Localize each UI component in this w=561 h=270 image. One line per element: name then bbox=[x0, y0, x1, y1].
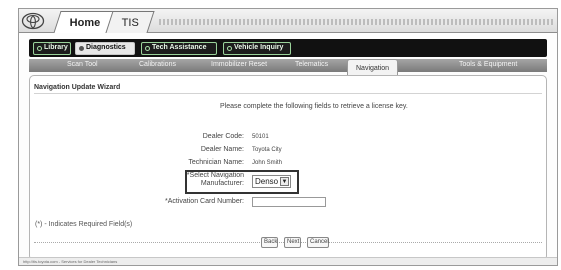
nav-tech-assistance[interactable]: Tech Assistance bbox=[141, 42, 217, 55]
nav-dot-icon bbox=[37, 46, 42, 51]
nav-diagnostics-label: Diagnostics bbox=[86, 44, 126, 51]
cancel-button[interactable]: Cancel bbox=[307, 237, 329, 248]
nav-library[interactable]: Library bbox=[33, 42, 71, 55]
activation-card-label: *Activation Card Number: bbox=[165, 198, 244, 205]
nav-library-label: Library bbox=[44, 44, 68, 51]
activation-card-input[interactable] bbox=[252, 197, 326, 207]
nav-vehicle-inquiry[interactable]: Vehicle Inquiry bbox=[223, 42, 291, 55]
tab-tis-label: TIS bbox=[121, 17, 139, 29]
nav-diagnostics[interactable]: Diagnostics bbox=[75, 42, 135, 55]
wizard-title: Navigation Update Wizard bbox=[34, 84, 121, 91]
back-button[interactable]: Back bbox=[261, 237, 278, 248]
top-tab-bar: Home TIS bbox=[19, 9, 557, 33]
nav-vehicle-inquiry-label: Vehicle Inquiry bbox=[234, 44, 284, 51]
subnav-calibrations[interactable]: Calibrations bbox=[139, 61, 176, 68]
chevron-down-icon[interactable]: ▼ bbox=[280, 177, 289, 186]
tab-tis[interactable]: TIS bbox=[105, 11, 155, 33]
next-button[interactable]: Next bbox=[284, 237, 301, 248]
manufacturer-select[interactable]: Denso ▼ bbox=[252, 175, 291, 188]
nav-dot-icon bbox=[227, 46, 232, 51]
technician-name-label: Technician Name: bbox=[188, 159, 244, 166]
navigation-update-wizard: Navigation Update Wizard Please complete… bbox=[29, 75, 547, 261]
toyota-logo-icon bbox=[21, 12, 45, 30]
dealer-code-value: 50101 bbox=[252, 134, 269, 140]
status-bar: http://tis.toyota.com - Services for Dea… bbox=[19, 257, 557, 265]
dealer-name-value: Toyota City bbox=[252, 147, 282, 153]
application-window: Home TIS Library Diagnostics Tech Assist… bbox=[18, 8, 558, 266]
manufacturer-select-value: Denso bbox=[255, 177, 279, 186]
subnav-scan-tool[interactable]: Scan Tool bbox=[67, 61, 98, 68]
manufacturer-label-line1: *Select Navigation bbox=[186, 172, 244, 179]
nav-dot-icon bbox=[145, 46, 150, 51]
manufacturer-label-line2: Manufacturer: bbox=[200, 180, 244, 187]
subnav-telematics[interactable]: Telematics bbox=[295, 61, 328, 68]
decorative-stripe bbox=[159, 19, 553, 25]
dealer-code-label: Dealer Code: bbox=[202, 133, 244, 140]
subnav-navigation[interactable]: Navigation bbox=[347, 59, 399, 75]
divider bbox=[34, 93, 542, 94]
nav-dot-icon bbox=[79, 46, 84, 51]
sub-navigation: Scan Tool Calibrations Immobilizer Reset… bbox=[29, 59, 547, 75]
tab-home-label: Home bbox=[69, 17, 101, 29]
nav-tech-assistance-label: Tech Assistance bbox=[152, 44, 207, 51]
main-navigation: Library Diagnostics Tech Assistance Vehi… bbox=[29, 39, 547, 57]
subnav-immobilizer-reset[interactable]: Immobilizer Reset bbox=[211, 61, 267, 68]
required-fields-note: (*) - Indicates Required Field(s) bbox=[35, 221, 133, 228]
technician-name-value: John Smith bbox=[252, 160, 283, 166]
dealer-name-label: Dealer Name: bbox=[200, 146, 244, 153]
wizard-instructions: Please complete the following fields to … bbox=[220, 103, 408, 110]
subnav-tools-equipment[interactable]: Tools & Equipment bbox=[459, 61, 517, 68]
